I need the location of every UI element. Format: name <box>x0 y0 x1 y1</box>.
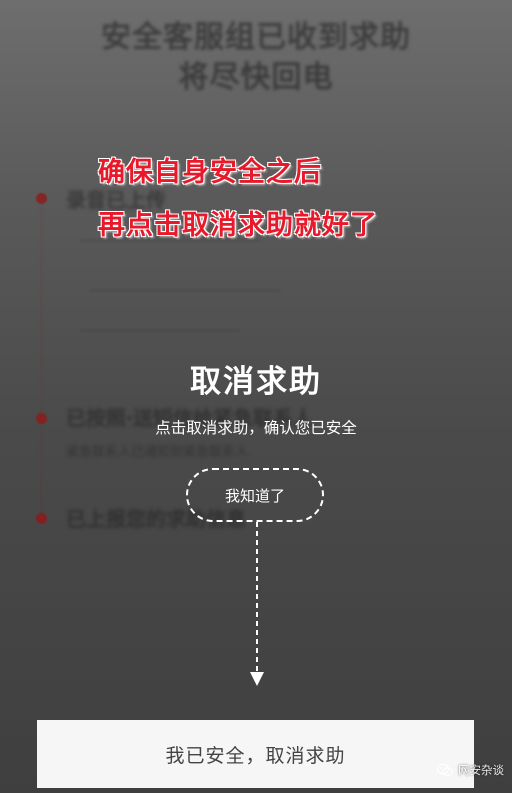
background-title: 安全客服组已收到求助 将尽快回电 <box>0 18 512 98</box>
background-item-2-sub: 紧急联系人已通知到紧急联系人 <box>66 445 249 460</box>
app-screen: 安全客服组已收到求助 将尽快回电 录音已上传 已按照‧送短信给紧急联系人 紧急联… <box>0 0 512 793</box>
cancel-help-button[interactable]: 我已安全，取消求助 <box>37 720 474 788</box>
background-divider <box>80 330 240 331</box>
wechat-icon <box>437 763 453 777</box>
background-title-line-1: 安全客服组已收到求助 <box>101 20 411 55</box>
background-title-line-2: 将尽快回电 <box>178 60 334 95</box>
background-divider <box>90 290 280 291</box>
watermark-text: 网安杂谈 <box>458 763 504 777</box>
background-item-dot <box>36 513 47 524</box>
acknowledge-button[interactable]: 我知道了 <box>186 468 324 522</box>
annotation-line-1: 确保自身安全之后 <box>98 157 322 188</box>
acknowledge-button-label: 我知道了 <box>224 486 285 505</box>
background-item-dot <box>36 193 47 204</box>
watermark: 网安杂谈 <box>437 762 504 778</box>
annotation-line-2: 再点击取消求助就好了 <box>98 210 378 241</box>
modal-title: 取消求助 <box>190 364 322 400</box>
cancel-help-button-label: 我已安全，取消求助 <box>165 744 346 767</box>
dashed-arrow-down-icon <box>250 522 264 686</box>
background-timeline <box>41 430 42 520</box>
modal-description: 点击取消求助，确认您已安全 <box>155 419 357 437</box>
